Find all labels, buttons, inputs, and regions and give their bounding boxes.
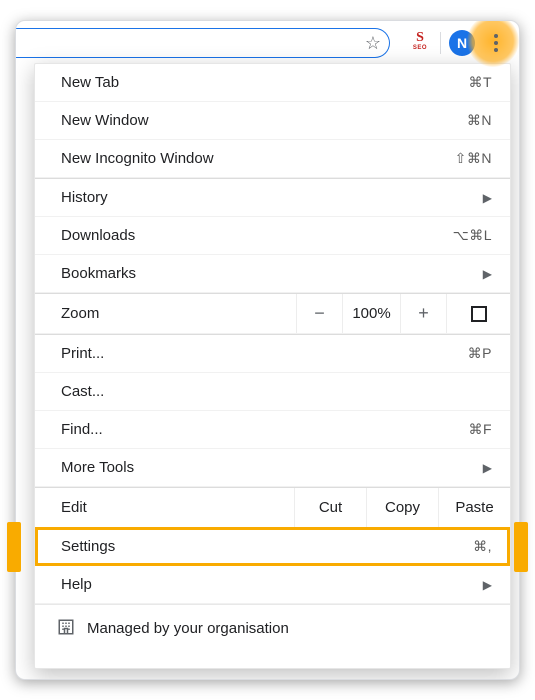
browser-toolbar: ☆ S SEO N [16,21,519,65]
menu-label: New Incognito Window [61,150,455,167]
menu-item-managed[interactable]: Managed by your organisation [35,604,510,652]
menu-shortcut: ⌘F [468,421,492,438]
menu-item-edit: Edit Cut Copy Paste [35,488,510,528]
extension-sub: SEO [413,43,427,53]
chrome-menu-button[interactable] [479,26,513,60]
zoom-out-button[interactable]: − [296,294,342,333]
menu-shortcut: ⇧⌘N [455,150,492,167]
zoom-percent: 100% [342,294,400,333]
chevron-right-icon: ▶ [483,578,492,592]
menu-label: Help [61,576,483,593]
menu-item-print[interactable]: Print... ⌘P [35,335,510,373]
menu-shortcut: ⌥⌘L [453,227,492,244]
profile-avatar[interactable]: N [449,30,475,56]
menu-item-find[interactable]: Find... ⌘F [35,411,510,449]
menu-item-more-tools[interactable]: More Tools ▶ [35,449,510,487]
edit-actions: Cut Copy Paste [294,488,510,527]
menu-item-new-tab[interactable]: New Tab ⌘T [35,64,510,102]
menu-label: Downloads [61,227,453,244]
menu-item-history[interactable]: History ▶ [35,179,510,217]
menu-label: Bookmarks [61,265,483,282]
edit-copy-button[interactable]: Copy [366,488,438,527]
menu-item-zoom: Zoom − 100% + [35,294,510,334]
bookmark-star-icon[interactable]: ☆ [365,33,381,54]
menu-label: More Tools [61,459,483,476]
menu-item-new-window[interactable]: New Window ⌘N [35,102,510,140]
menu-item-new-incognito[interactable]: New Incognito Window ⇧⌘N [35,140,510,178]
browser-window: ☆ S SEO N New Tab ⌘T New Window ⌘N New I… [15,20,520,680]
fullscreen-button[interactable] [446,294,510,333]
edit-cut-button[interactable]: Cut [294,488,366,527]
edit-paste-button[interactable]: Paste [438,488,510,527]
managed-label: Managed by your organisation [87,620,289,637]
zoom-controls: − 100% + [296,294,510,333]
menu-label: Settings [61,538,473,555]
menu-item-cast[interactable]: Cast... [35,373,510,411]
menu-label: Print... [61,345,468,362]
menu-shortcut: ⌘, [473,538,492,555]
menu-label: New Window [61,112,467,129]
menu-shortcut: ⌘P [468,345,492,362]
extension-letter: S [416,33,424,43]
menu-shortcut: ⌘T [468,74,492,91]
avatar-initial: N [457,35,467,51]
kebab-icon [485,32,507,54]
menu-label: Zoom [61,305,296,322]
menu-label: Edit [61,499,294,516]
menu-label: Cast... [61,383,492,400]
chrome-main-menu: New Tab ⌘T New Window ⌘N New Incognito W… [34,63,511,669]
menu-label: New Tab [61,74,468,91]
building-icon [57,618,75,640]
menu-item-help[interactable]: Help ▶ [35,566,510,604]
chevron-right-icon: ▶ [483,267,492,281]
menu-item-settings[interactable]: Settings ⌘, [35,528,510,566]
address-bar[interactable]: ☆ [16,28,390,58]
chevron-right-icon: ▶ [483,191,492,205]
menu-label: History [61,189,483,206]
extension-seo-icon[interactable]: S SEO [408,31,432,55]
menu-label: Find... [61,421,468,438]
zoom-in-button[interactable]: + [400,294,446,333]
menu-shortcut: ⌘N [467,112,492,129]
chevron-right-icon: ▶ [483,461,492,475]
fullscreen-icon [471,306,487,322]
menu-item-downloads[interactable]: Downloads ⌥⌘L [35,217,510,255]
menu-item-bookmarks[interactable]: Bookmarks ▶ [35,255,510,293]
toolbar-separator [440,32,441,54]
